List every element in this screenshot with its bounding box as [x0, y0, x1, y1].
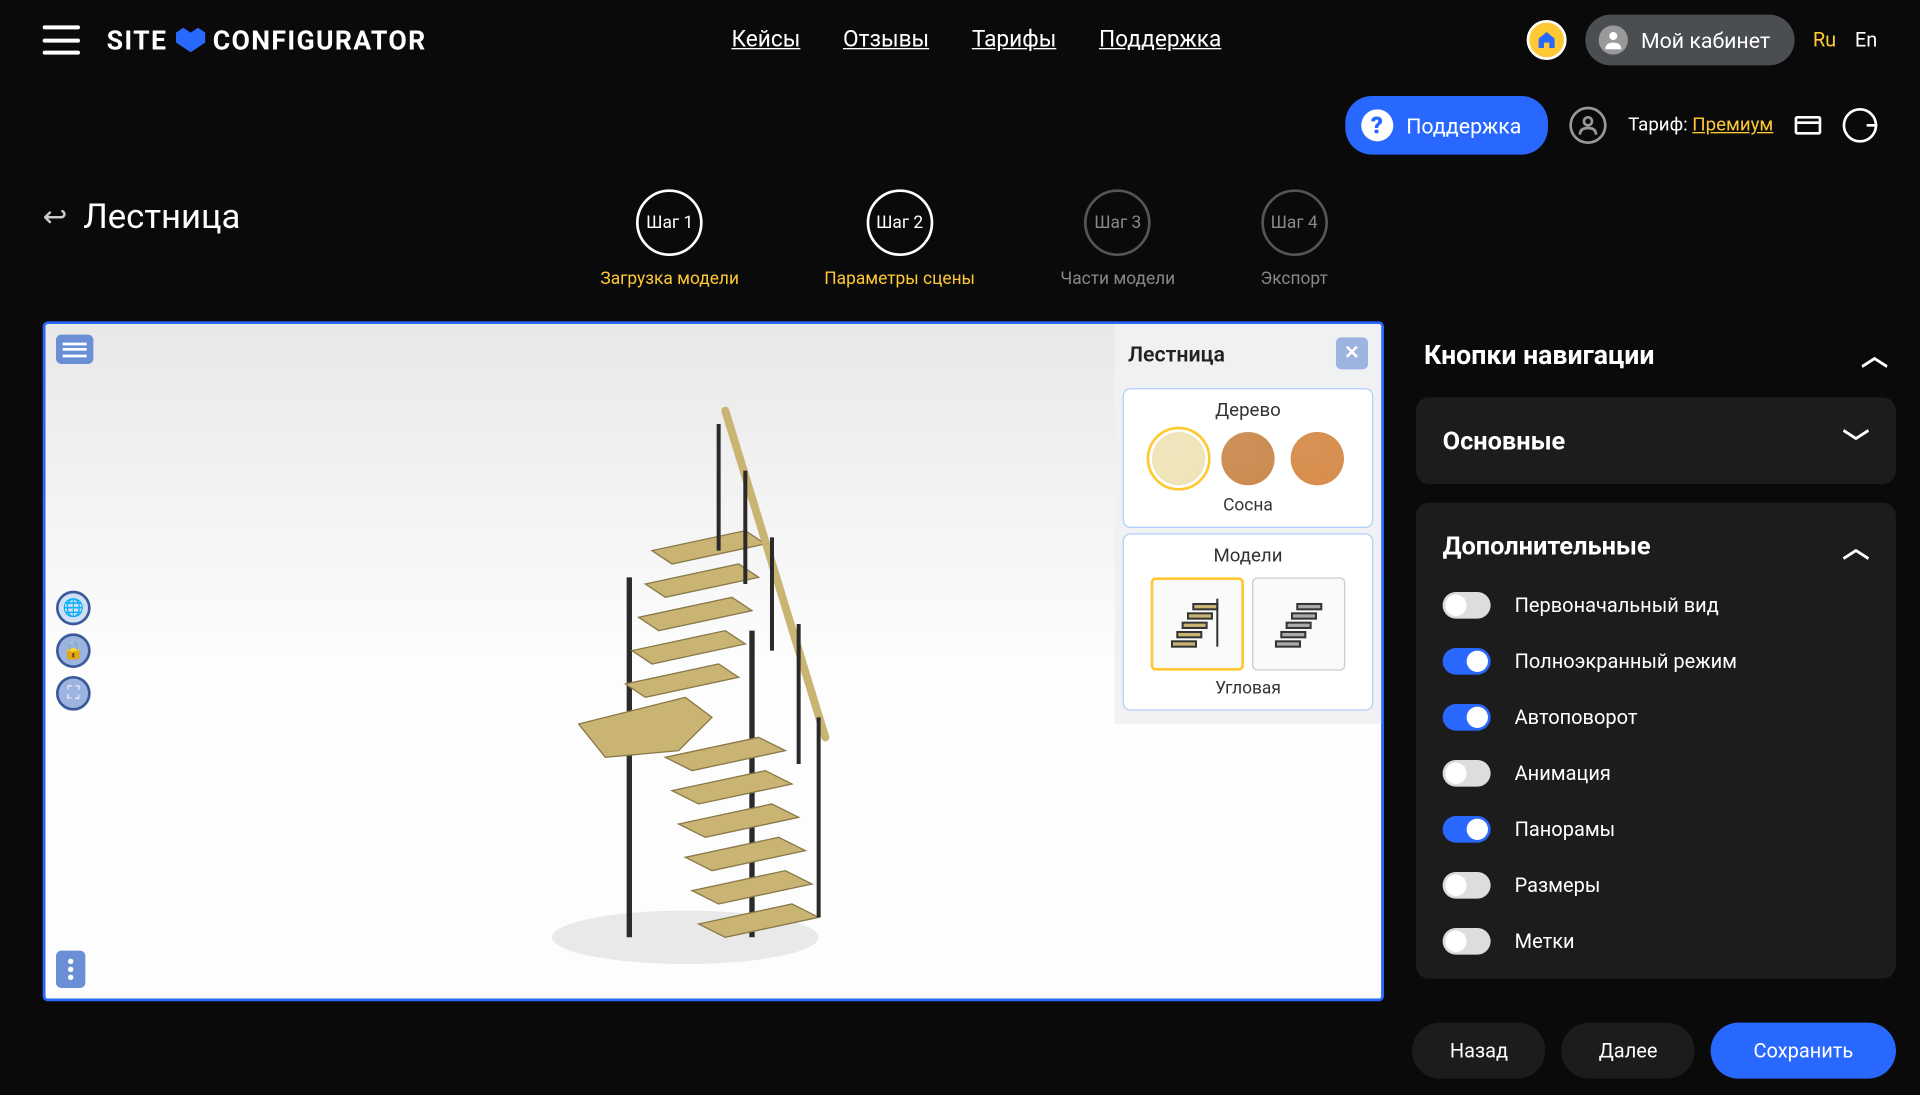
material-label: Дерево [1135, 400, 1362, 421]
step-badge: Шаг 2 [866, 189, 933, 256]
next-button[interactable]: Далее [1561, 1023, 1694, 1079]
settings-section-extra[interactable]: Дополнительные ︿ [1443, 527, 1870, 566]
settings-panel: Кнопки навигации ︿ Основные ﹀ Дополнител… [1416, 321, 1896, 1001]
save-button[interactable]: Сохранить [1711, 1023, 1896, 1079]
step-label: Части модели [1060, 269, 1175, 289]
toggle-label: Автоповорот [1515, 705, 1638, 729]
toggle-6[interactable] [1443, 928, 1491, 955]
tarif-value[interactable]: Премиум [1692, 115, 1773, 136]
expand-tool-icon[interactable]: ⛶ [56, 676, 91, 711]
lock-tool-icon[interactable]: 🔒 [56, 633, 91, 668]
back-button[interactable]: Назад [1413, 1023, 1546, 1079]
toggle-label: Размеры [1515, 873, 1601, 897]
toggle-row-5: Размеры [1443, 872, 1870, 899]
card-icon[interactable] [1795, 116, 1822, 135]
nav-reviews[interactable]: Отзывы [843, 27, 929, 54]
settings-main-title: Кнопки навигации [1424, 338, 1655, 370]
step-badge: Шаг 4 [1261, 189, 1328, 256]
step-4[interactable]: Шаг 4 Экспорт [1261, 189, 1328, 289]
chevron-down-icon: ﹀ [1843, 421, 1870, 460]
user-icon [1598, 25, 1627, 54]
step-1[interactable]: Шаг 1 Загрузка модели [600, 189, 739, 289]
settings-section-basic[interactable]: Основные ﹀ [1443, 421, 1870, 460]
logo-heart-icon [175, 27, 204, 54]
support-label: Поддержка [1406, 113, 1521, 138]
chevron-up-icon: ︿ [1861, 335, 1888, 374]
settings-nav-header[interactable]: Кнопки навигации ︿ [1416, 321, 1896, 397]
model-thumb-2[interactable] [1252, 577, 1345, 670]
logo-text-left: SITE [107, 24, 168, 56]
swatch-1[interactable] [1152, 432, 1205, 485]
toggle-2[interactable] [1443, 704, 1491, 731]
question-icon: ? [1361, 109, 1393, 141]
nav-cases[interactable]: Кейсы [731, 27, 800, 54]
stair-model [552, 391, 872, 978]
step-badge: Шаг 1 [636, 189, 703, 256]
swatch-3[interactable] [1291, 432, 1344, 485]
toggle-row-0: Первоначальный вид [1443, 592, 1870, 619]
tarif-label: Тариф: Премиум [1628, 115, 1773, 136]
swatch-name: Сосна [1135, 496, 1362, 516]
step-label: Параметры сцены [824, 269, 975, 289]
viewport-3d[interactable]: 🌐 🔒 ⛶ [43, 321, 1384, 1001]
viewport-menu-icon[interactable] [56, 335, 93, 364]
step-label: Загрузка модели [600, 269, 739, 289]
logout-icon[interactable] [1843, 108, 1878, 143]
toggle-label: Первоначальный вид [1515, 593, 1719, 617]
config-title: Лестница [1128, 341, 1225, 366]
account-label: Мой кабинет [1641, 27, 1770, 52]
page-title: Лестница [83, 197, 240, 237]
steps: Шаг 1 Загрузка модели Шаг 2 Параметры сцены… [600, 189, 1327, 289]
lang-en[interactable]: En [1855, 28, 1877, 52]
section-extra-label: Дополнительные [1443, 531, 1651, 562]
swatch-2[interactable] [1221, 432, 1274, 485]
nav-pricing[interactable]: Тарифы [972, 27, 1056, 54]
lang-ru[interactable]: Ru [1813, 28, 1836, 52]
step-2[interactable]: Шаг 2 Параметры сцены [824, 189, 975, 289]
toggle-0[interactable] [1443, 592, 1491, 619]
globe-tool-icon[interactable]: 🌐 [56, 591, 91, 626]
toggle-label: Метки [1515, 929, 1575, 953]
model-name: Угловая [1135, 679, 1362, 699]
profile-avatar[interactable] [1569, 107, 1606, 144]
toggle-4[interactable] [1443, 816, 1491, 843]
logo[interactable]: SITE CONFIGURATOR [107, 24, 427, 56]
close-icon[interactable]: ✕ [1336, 337, 1368, 369]
logo-text-right: CONFIGURATOR [213, 24, 427, 56]
viewport-dots-icon[interactable] [56, 951, 85, 988]
chevron-up-icon: ︿ [1843, 527, 1870, 566]
step-label: Экспорт [1261, 269, 1328, 289]
models-label: Модели [1135, 545, 1362, 566]
toggle-row-6: Метки [1443, 928, 1870, 955]
toggle-row-4: Панорамы [1443, 816, 1870, 843]
toggle-row-1: Полноэкранный режим [1443, 648, 1870, 675]
nav-support[interactable]: Поддержка [1099, 27, 1221, 54]
toggle-label: Полноэкранный режим [1515, 649, 1737, 673]
toggle-3[interactable] [1443, 760, 1491, 787]
toggle-row-2: Автоповорот [1443, 704, 1870, 731]
toggle-row-3: Анимация [1443, 760, 1870, 787]
back-arrow-icon[interactable]: ↩ [43, 201, 68, 234]
toggle-label: Анимация [1515, 761, 1611, 785]
hamburger-menu[interactable] [43, 25, 80, 54]
model-thumb-1[interactable] [1151, 577, 1244, 670]
section-basic-label: Основные [1443, 425, 1566, 456]
support-button[interactable]: ? Поддержка [1345, 96, 1548, 155]
step-3[interactable]: Шаг 3 Части модели [1060, 189, 1175, 289]
toggle-label: Панорамы [1515, 817, 1616, 841]
toggle-1[interactable] [1443, 648, 1491, 675]
config-panel: Лестница ✕ Дерево Сосна Модели [1115, 324, 1382, 724]
home-icon[interactable] [1526, 20, 1566, 60]
step-badge: Шаг 3 [1084, 189, 1151, 256]
account-button[interactable]: Мой кабинет [1585, 15, 1794, 66]
toggle-5[interactable] [1443, 872, 1491, 899]
top-nav: Кейсы Отзывы Тарифы Поддержка [731, 27, 1221, 54]
